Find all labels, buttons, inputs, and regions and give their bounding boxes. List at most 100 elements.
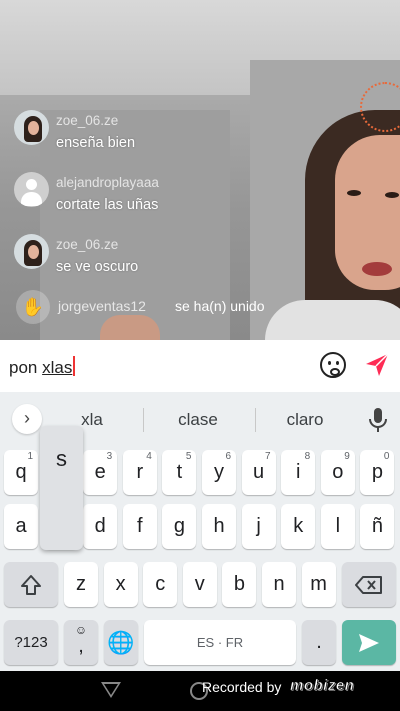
- key-t[interactable]: t5: [162, 450, 197, 495]
- key-e[interactable]: e3: [83, 450, 118, 495]
- key-d[interactable]: d: [83, 504, 118, 549]
- chevron-right-icon[interactable]: ›: [12, 404, 42, 434]
- key-hint: 7: [265, 451, 271, 462]
- key-label: ñ: [371, 515, 383, 537]
- key-label: a: [15, 515, 27, 537]
- key-hint: 0: [383, 451, 390, 462]
- comment-item: zoe_06.ze se ve oscuro: [14, 234, 294, 296]
- send-icon[interactable]: [364, 352, 390, 378]
- comment-text: cortate las uñas: [56, 197, 159, 213]
- key-g[interactable]: g: [162, 504, 197, 549]
- recorded-label: Recorded by: [202, 679, 282, 695]
- space-bar[interactable]: ES · FR: [144, 620, 296, 665]
- key-z[interactable]: z: [64, 562, 98, 607]
- key-o[interactable]: o9: [320, 450, 355, 495]
- key-r[interactable]: r4: [122, 450, 157, 495]
- input-prefix: pon: [9, 358, 43, 377]
- key-label: j: [256, 515, 261, 537]
- key-hint: 3: [106, 451, 113, 462]
- suggestion[interactable]: clase: [148, 410, 248, 430]
- comment-item: alejandroplayaaa cortate las uñas: [14, 172, 294, 234]
- joined-text: se ha(n) unido: [175, 298, 265, 314]
- wave-hand-icon: ✋: [16, 290, 50, 324]
- key-label: q: [15, 461, 27, 483]
- back-icon[interactable]: [101, 682, 121, 698]
- key-label: r: [136, 461, 144, 483]
- key-f[interactable]: f: [122, 504, 157, 549]
- key-label: o: [332, 461, 344, 483]
- key-hint: 9: [344, 451, 350, 462]
- comment-input[interactable]: pon xlas: [9, 356, 75, 378]
- joined-notice: ✋ jorgeventas12 se ha(n) unido: [16, 290, 316, 324]
- key-x[interactable]: x: [103, 562, 138, 607]
- avatar[interactable]: [14, 110, 49, 145]
- input-composing-word: xlas: [42, 358, 73, 377]
- key-label: z: [76, 573, 86, 595]
- joined-username[interactable]: jorgeventas12: [58, 298, 146, 314]
- key-label: b: [233, 573, 245, 595]
- key-v[interactable]: v: [182, 562, 217, 607]
- comment-item: zoe_06.ze enseña bien: [14, 110, 294, 172]
- screen: zoe_06.ze enseña bien alejandroplayaaa c…: [0, 0, 400, 711]
- comment-username[interactable]: alejandroplayaaa: [56, 175, 159, 190]
- avatar[interactable]: [14, 234, 49, 269]
- comment-text: se ve oscuro: [56, 259, 139, 275]
- backspace-key[interactable]: [342, 562, 396, 607]
- key-b[interactable]: b: [222, 562, 257, 607]
- comment-username[interactable]: zoe_06.ze: [56, 113, 118, 128]
- comment-username[interactable]: zoe_06.ze: [56, 237, 118, 252]
- key-p[interactable]: p0: [360, 450, 395, 495]
- key-c[interactable]: c: [143, 562, 178, 607]
- symbols-key[interactable]: ?123: [4, 620, 58, 665]
- key-q[interactable]: q1: [4, 450, 38, 495]
- key-j[interactable]: j: [241, 504, 276, 549]
- key-label: k: [293, 515, 304, 537]
- key-label: f: [137, 515, 143, 537]
- avatar[interactable]: [14, 172, 49, 207]
- send-arrow-icon: [359, 633, 379, 652]
- key-label: g: [173, 515, 185, 537]
- key-hint: 1: [27, 451, 33, 462]
- key-label: n: [273, 573, 285, 595]
- key-label: c: [155, 573, 166, 595]
- key-label: d: [94, 515, 106, 537]
- enter-key[interactable]: [342, 620, 396, 665]
- key-label: h: [213, 515, 225, 537]
- globe-icon[interactable]: 🌐: [104, 620, 138, 665]
- backspace-icon: [355, 575, 382, 594]
- key-l[interactable]: l: [320, 504, 355, 549]
- key-hint: 8: [304, 451, 311, 462]
- key-k[interactable]: k: [281, 504, 316, 549]
- key-label: x: [115, 573, 126, 595]
- mobizen-logo: mobizen: [290, 677, 355, 695]
- shift-key[interactable]: [4, 562, 58, 607]
- key-y[interactable]: y6: [202, 450, 236, 495]
- key-label: p: [371, 461, 383, 483]
- key-label: e: [94, 461, 106, 483]
- comment-text: enseña bien: [56, 135, 136, 151]
- key-label: m: [310, 573, 327, 595]
- key-i[interactable]: i8: [281, 450, 316, 495]
- microphone-icon[interactable]: [368, 406, 388, 434]
- key-label: l: [335, 515, 341, 537]
- key-hint: 6: [225, 451, 231, 462]
- period-key[interactable]: .: [302, 620, 336, 665]
- emoji-comma-key[interactable]: ☺ ,: [64, 620, 98, 665]
- shift-icon: [21, 574, 41, 595]
- smiley-icon[interactable]: [320, 352, 346, 378]
- key-label: t: [176, 461, 183, 483]
- key-hint: 4: [146, 451, 152, 462]
- key-a[interactable]: a: [4, 504, 38, 549]
- key-m[interactable]: m: [301, 562, 336, 607]
- text-caret: [73, 356, 75, 376]
- key-preview-popup: s: [40, 426, 83, 550]
- key-label: u: [253, 461, 265, 483]
- key-n[interactable]: n: [262, 562, 296, 607]
- key-label: y: [214, 461, 224, 483]
- key-hint: 5: [185, 451, 192, 462]
- key-label: i: [295, 461, 301, 483]
- key-u[interactable]: u7: [241, 450, 276, 495]
- key-ñ[interactable]: ñ: [360, 504, 395, 549]
- suggestion[interactable]: claro: [255, 410, 355, 430]
- key-h[interactable]: h: [202, 504, 236, 549]
